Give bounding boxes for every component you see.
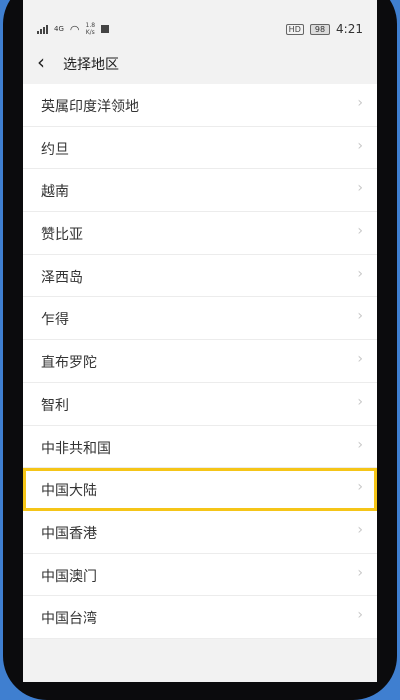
region-row[interactable]: 直布罗陀 ›	[23, 340, 377, 383]
region-row[interactable]: 泽西岛 ›	[23, 255, 377, 298]
chevron-right-icon: ›	[357, 436, 363, 453]
net-speed: 1.8 K/s	[86, 22, 96, 36]
region-row[interactable]: 中国台湾 ›	[23, 596, 377, 639]
chevron-right-icon: ›	[357, 607, 363, 624]
signal-icon	[37, 24, 48, 34]
region-label: 泽西岛	[41, 269, 83, 286]
region-list: 英属印度洋领地 › 约旦 › 越南 › 赞比亚 › 泽西岛 › 乍得 › 直布罗陀 › 智利 › 中非共和国 › 中…	[23, 84, 377, 639]
chevron-right-icon: ›	[357, 223, 363, 240]
region-label: 乍得	[41, 312, 69, 329]
region-row[interactable]: 中国澳门 ›	[23, 554, 377, 597]
chevron-right-icon: ›	[357, 137, 363, 154]
bottom-area	[23, 640, 377, 682]
chevron-right-icon: ›	[357, 95, 363, 111]
chevron-right-icon: ›	[357, 308, 363, 325]
region-row[interactable]: 智利 ›	[23, 383, 377, 426]
region-label: 赞比亚	[41, 227, 83, 244]
status-right: HD 98 4:21	[285, 22, 363, 36]
region-row[interactable]: 英属印度洋领地 ›	[23, 84, 377, 127]
clock: 4:21	[336, 22, 363, 36]
battery-icon: 98	[309, 23, 331, 35]
page-title: 选择地区	[63, 57, 119, 73]
region-row[interactable]: 中国大陆 ›	[23, 468, 377, 511]
chevron-right-icon: ›	[357, 180, 363, 197]
chevron-right-icon: ›	[357, 479, 363, 496]
net-speed-unit: K/s	[85, 29, 95, 36]
net-speed-value: 1.8	[85, 22, 96, 29]
wifi-icon: ◠	[69, 22, 80, 36]
status-bar: 4G ◠ 1.8 K/s HD 98 4:21	[23, 0, 377, 42]
chevron-right-icon: ›	[357, 393, 363, 410]
notification-icon	[101, 25, 110, 33]
chevron-right-icon: ›	[357, 564, 363, 581]
screen: 4G ◠ 1.8 K/s HD 98 4:21 ‹ 选择地区 英属印度洋领地 › 约…	[23, 0, 377, 682]
region-label: 中国大陆	[41, 483, 97, 500]
region-label: 越南	[41, 184, 69, 201]
region-label: 英属印度洋领地	[41, 99, 139, 115]
region-row[interactable]: 中非共和国 ›	[23, 426, 377, 469]
region-label: 中国香港	[41, 525, 97, 542]
chevron-right-icon: ›	[357, 351, 363, 368]
region-label: 智利	[41, 397, 69, 414]
chevron-right-icon: ›	[357, 521, 363, 538]
region-row[interactable]: 乍得 ›	[23, 297, 377, 341]
region-label: 中非共和国	[41, 440, 111, 457]
status-left: 4G ◠ 1.8 K/s	[37, 22, 110, 36]
network-type: 4G	[54, 25, 64, 33]
region-row[interactable]: 中国香港 ›	[23, 511, 377, 554]
hd-badge: HD	[285, 23, 304, 35]
region-label: 直布罗陀	[41, 355, 97, 372]
region-row[interactable]: 约旦 ›	[23, 127, 377, 170]
back-arrow-icon[interactable]: ‹	[37, 50, 45, 74]
region-label: 中国澳门	[41, 568, 97, 585]
region-label: 约旦	[41, 141, 69, 158]
header: ‹ 选择地区	[23, 42, 377, 84]
region-row[interactable]: 越南 ›	[23, 169, 377, 213]
chevron-right-icon: ›	[357, 265, 363, 282]
region-row[interactable]: 赞比亚 ›	[23, 212, 377, 255]
region-label: 中国台湾	[41, 611, 97, 628]
